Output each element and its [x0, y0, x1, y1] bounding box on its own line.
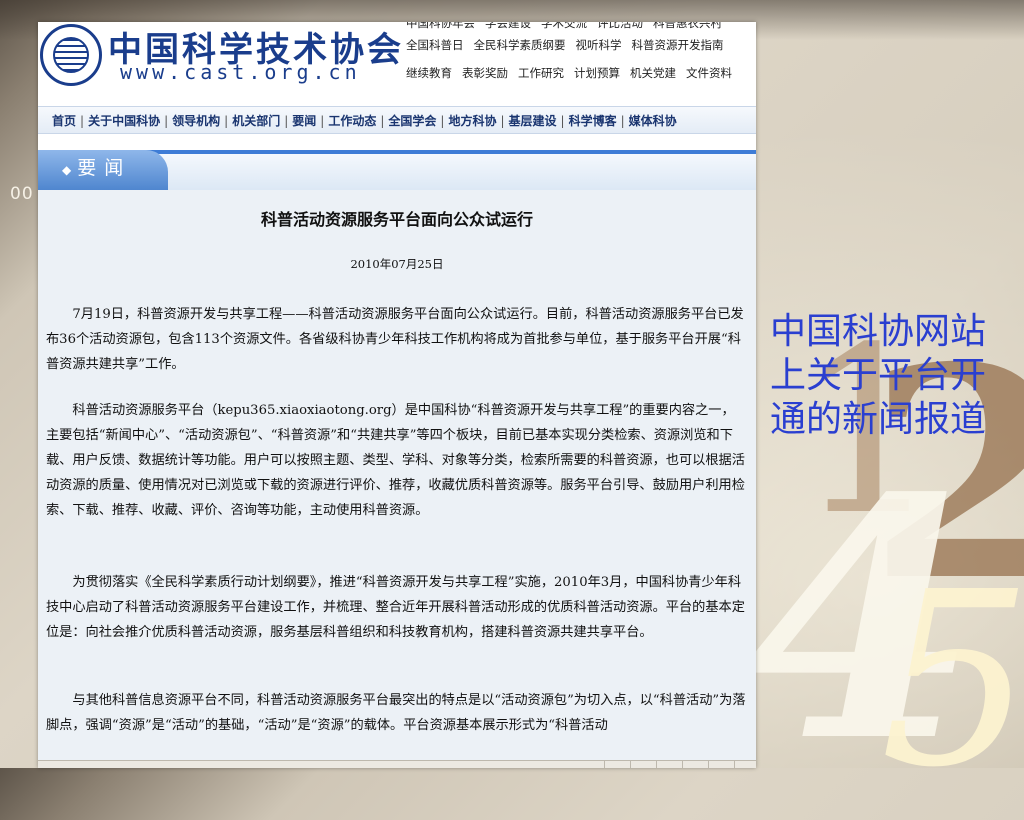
- diamond-bullet-icon: ◆: [62, 163, 72, 177]
- article-paragraph: 7月19日，科普资源开发与共享工程——科普活动资源服务平台面向公众试运行。目前，…: [46, 307, 744, 372]
- nav-separator: |: [500, 114, 505, 128]
- top-link[interactable]: 科普资源开发指南: [632, 38, 724, 52]
- article-paragraph: 科普活动资源服务平台（kepu365.xiaoxiaotong.org）是中国科…: [46, 403, 745, 518]
- nav-separator: |: [620, 114, 625, 128]
- browser-status-bar: [38, 760, 756, 768]
- nav-item-leadership[interactable]: 领导机构: [172, 114, 220, 128]
- top-link[interactable]: 评比活动: [597, 22, 643, 30]
- slide-number: 00: [10, 184, 34, 204]
- top-link[interactable]: 继续教育: [406, 66, 452, 80]
- nav-separator: |: [380, 114, 385, 128]
- nav-item-updates[interactable]: 工作动态: [328, 114, 376, 128]
- nav-separator: |: [284, 114, 289, 128]
- nav-item-blog[interactable]: 科学博客: [569, 114, 617, 128]
- status-bar-divider: [656, 761, 657, 768]
- top-links-row-3: 继续教育 表彰奖励 工作研究 计划预算 机关党建 文件资料: [406, 66, 756, 94]
- nav-item-societies[interactable]: 全国学会: [388, 114, 436, 128]
- nav-separator: |: [224, 114, 229, 128]
- top-link[interactable]: 全国科普日: [406, 38, 464, 52]
- deco-digit-5: 5: [880, 540, 1024, 820]
- top-link[interactable]: 表彰奖励: [462, 66, 508, 80]
- top-link[interactable]: 全民科学素质纲要: [474, 38, 566, 52]
- nav-item-local[interactable]: 地方科协: [448, 114, 496, 128]
- top-link[interactable]: 计划预算: [574, 66, 620, 80]
- nav-item-about[interactable]: 关于中国科协: [88, 114, 160, 128]
- top-link[interactable]: 文件资料: [686, 66, 732, 80]
- nav-separator: |: [80, 114, 85, 128]
- top-link[interactable]: 科普惠农兴村: [653, 22, 722, 30]
- nav-item-departments[interactable]: 机关部门: [232, 114, 280, 128]
- top-links-row-1: 中国科协年会 学会建设 学术交流 评比活动 科普惠农兴村: [406, 22, 756, 38]
- article-paragraph: 与其他科普信息资源平台不同，科普活动资源服务平台最突出的特点是以“活动资源包”为…: [46, 693, 746, 733]
- website-screenshot: 中国科学技术协会 www.cast.org.cn 中国科协年会 学会建设 学术交流评…: [38, 22, 756, 768]
- top-link[interactable]: 机关党建: [630, 66, 676, 80]
- article-title: 科普活动资源服务平台面向公众试运行: [260, 210, 533, 229]
- site-header: 中国科学技术协会 www.cast.org.cn 中国科协年会 学会建设 学术交流评…: [38, 22, 756, 106]
- top-link[interactable]: 学术交流: [541, 22, 587, 30]
- nav-separator: |: [164, 114, 169, 128]
- status-bar-divider: [604, 761, 605, 768]
- nav-item-home[interactable]: 首页: [52, 114, 76, 128]
- top-link[interactable]: 视听科学: [576, 38, 622, 52]
- cast-emblem-icon: [40, 24, 102, 86]
- status-bar-divider: [682, 761, 683, 768]
- top-links-row-2: 全国科普日 全民科学素质纲要 视听科学 科普资源开发指南: [406, 38, 756, 66]
- top-link[interactable]: 工作研究: [518, 66, 564, 80]
- article-paragraph: 为贯彻落实《全民科学素质行动计划纲要》，推进“科普资源开发与共享工程”实施，20…: [46, 575, 745, 640]
- slide-caption: 中国科协网站上关于平台开通的新闻报道: [770, 311, 987, 440]
- nav-item-grassroots[interactable]: 基层建设: [509, 114, 557, 128]
- nav-separator: |: [560, 114, 565, 128]
- nav-separator: |: [320, 114, 325, 128]
- main-nav: 首页 | 关于中国科协 | 领导机构 | 机关部门 | 要闻 | 工作动态 | 全国学会 | 地方科协 | 基层…: [38, 106, 756, 134]
- news-article: 科普活动资源服务平台面向公众试运行 2010年07月25日 7月19日，科普资源…: [38, 190, 756, 760]
- header-gap: [38, 134, 756, 150]
- status-bar-divider: [630, 761, 631, 768]
- nav-item-news[interactable]: 要闻: [292, 114, 316, 128]
- section-bar: ◆ 要闻: [38, 150, 756, 190]
- section-tab-news[interactable]: ◆ 要闻: [38, 150, 168, 190]
- status-bar-divider: [734, 761, 735, 768]
- top-links: 中国科协年会 学会建设 学术交流 评比活动 科普惠农兴村 全国科普日 全民科学素质纲要 视听…: [406, 22, 756, 94]
- section-tab-label: 要闻: [77, 157, 132, 179]
- nav-separator: |: [440, 114, 445, 128]
- site-url: www.cast.org.cn: [120, 60, 361, 84]
- top-link[interactable]: 中国科协年会: [406, 22, 475, 30]
- status-bar-divider: [708, 761, 709, 768]
- nav-item-media[interactable]: 媒体科协: [629, 114, 677, 128]
- top-link[interactable]: 学会建设: [485, 22, 531, 30]
- article-date: 2010年07月25日: [350, 257, 444, 271]
